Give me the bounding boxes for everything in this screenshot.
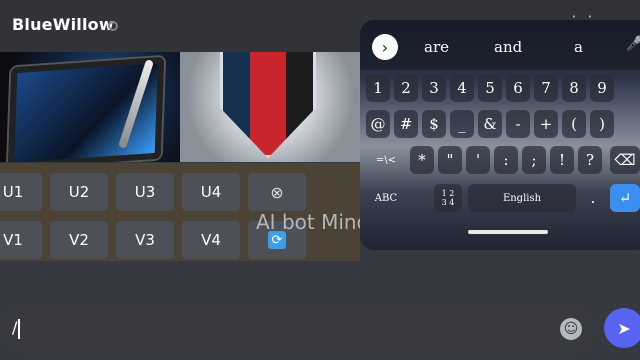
generated-images[interactable] [0, 52, 360, 162]
backspace-icon[interactable]: ⌫ [610, 146, 640, 174]
key-underscore[interactable]: _ [450, 110, 474, 138]
key-minus[interactable]: - [506, 110, 530, 138]
v4-button[interactable]: V4 [182, 221, 240, 259]
key-6[interactable]: 6 [506, 74, 530, 102]
key-hash[interactable]: # [394, 110, 418, 138]
key-3[interactable]: 3 [422, 74, 446, 102]
send-icon[interactable]: ➤ [604, 308, 640, 348]
key-semicolon[interactable]: ; [522, 146, 546, 174]
key-5[interactable]: 5 [478, 74, 502, 102]
key-plus[interactable]: + [534, 110, 558, 138]
onscreen-keyboard: › are and a 🎤 1 2 3 4 5 6 7 8 9 @ # $ _ … [360, 20, 640, 250]
key-7[interactable]: 7 [534, 74, 558, 102]
channel-name[interactable]: BlueWillow [12, 15, 114, 34]
suggestion[interactable]: are [424, 38, 449, 56]
key-1[interactable]: 1 [366, 74, 390, 102]
watermark: AI bot Mind [256, 210, 370, 234]
u3-button[interactable]: U3 [116, 173, 174, 211]
key-exclaim[interactable]: ! [550, 146, 574, 174]
image-shield[interactable] [180, 52, 360, 162]
key-squote[interactable]: ' [466, 146, 490, 174]
key-question[interactable]: ? [578, 146, 602, 174]
emoji-icon[interactable]: ☺ [560, 318, 582, 340]
key-rparen[interactable]: ) [590, 110, 614, 138]
v2-button[interactable]: V2 [50, 221, 108, 259]
u2-button[interactable]: U2 [50, 173, 108, 211]
v3-button[interactable]: V3 [116, 221, 174, 259]
key-period[interactable]: . [582, 184, 604, 212]
key-space[interactable]: English [468, 184, 576, 212]
chevron-right-icon[interactable]: › [372, 34, 398, 60]
key-dollar[interactable]: $ [422, 110, 446, 138]
message-composer[interactable]: / [0, 304, 596, 354]
key-9[interactable]: 9 [590, 74, 614, 102]
key-abc[interactable]: ABC [366, 184, 406, 212]
suggestion[interactable]: and [494, 38, 522, 56]
delete-icon[interactable]: ⊗ [248, 173, 306, 211]
image-tablet[interactable] [0, 52, 180, 162]
key-dquote[interactable]: " [438, 146, 462, 174]
key-4[interactable]: 4 [450, 74, 474, 102]
key-2[interactable]: 2 [394, 74, 418, 102]
key-ampersand[interactable]: & [478, 110, 502, 138]
status-icon [108, 21, 118, 31]
key-colon[interactable]: : [494, 146, 518, 174]
key-at[interactable]: @ [366, 110, 390, 138]
message-input[interactable]: / [12, 318, 21, 339]
key-lparen[interactable]: ( [562, 110, 586, 138]
key-more-symbols[interactable]: =\< [366, 146, 406, 174]
mic-icon[interactable]: 🎤 [626, 36, 640, 52]
u1-button[interactable]: U1 [0, 173, 42, 211]
enter-icon[interactable]: ↵ [610, 184, 640, 212]
keyboard-handle[interactable] [468, 230, 548, 234]
v1-button[interactable]: V1 [0, 221, 42, 259]
u4-button[interactable]: U4 [182, 173, 240, 211]
key-numpad[interactable]: 1 2 3 4 [434, 184, 462, 212]
key-asterisk[interactable]: * [410, 146, 434, 174]
suggestion[interactable]: a [574, 38, 583, 56]
key-8[interactable]: 8 [562, 74, 586, 102]
chat-area [0, 262, 640, 300]
